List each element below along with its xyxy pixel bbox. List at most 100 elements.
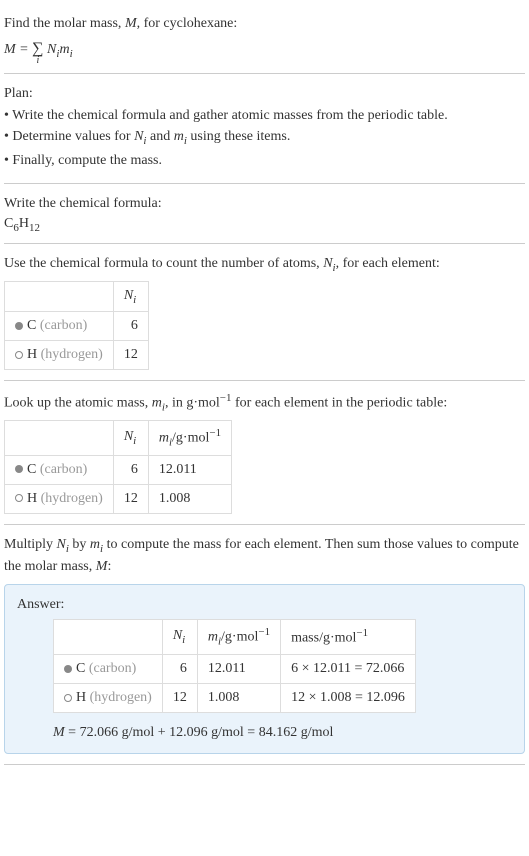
col-mass-exp: −1 — [356, 627, 368, 639]
n-value: 6 — [162, 654, 197, 683]
masses-heading: Look up the atomic mass, mi, in g·mol−1 … — [4, 391, 525, 416]
table-row: H (hydrogen) 12 1.008 12 × 1.008 = 12.09… — [54, 683, 416, 712]
col-Ni-header: Ni — [162, 620, 197, 654]
compute-h-mi: m — [90, 537, 100, 552]
count-table: Ni C (carbon) 6 H (hydrogen) 12 — [4, 281, 149, 371]
compute-heading: Multiply Ni by mi to compute the mass fo… — [4, 535, 525, 577]
compute-h-b: by — [69, 537, 90, 552]
count-h-b: , for each element: — [336, 256, 440, 271]
plan-b2-mi: m — [174, 129, 184, 144]
compute-h-M: M — [96, 559, 108, 574]
elem-sym: H — [76, 690, 86, 705]
elem-name: (hydrogen) — [90, 690, 152, 705]
col-mi-m: m — [208, 630, 218, 645]
element-cell: C (carbon) — [5, 312, 114, 341]
dot-empty-icon — [15, 351, 23, 359]
count-h-Ni: N — [323, 256, 332, 271]
masses-table: Ni mi/g·mol−1 C (carbon) 6 12.011 H (hyd… — [4, 420, 232, 513]
col-Ni-N: N — [173, 628, 182, 643]
dot-filled-icon — [15, 465, 23, 473]
col-Ni-N: N — [124, 429, 133, 444]
intro-line: Find the molar mass, M, for cyclohexane: — [4, 14, 525, 34]
masses-h-c: for each element in the periodic table: — [232, 396, 448, 411]
formula-H: H — [19, 216, 29, 231]
plan-section: Plan: • Write the chemical formula and g… — [4, 74, 525, 184]
elem-name: (hydrogen) — [41, 491, 103, 506]
col-Ni-i: i — [133, 293, 136, 305]
col-Ni-i: i — [133, 435, 136, 447]
masses-h-exp: −1 — [220, 392, 232, 404]
table-row: C (carbon) 6 — [5, 312, 149, 341]
formula-H-sub: 12 — [29, 221, 40, 233]
elem-sym: C — [27, 318, 36, 333]
col-mass-label: mass/g·mol — [291, 631, 356, 646]
elem-sym: C — [27, 462, 36, 477]
dot-empty-icon — [64, 694, 72, 702]
dot-filled-icon — [64, 665, 72, 673]
masses-section: Look up the atomic mass, mi, in g·mol−1 … — [4, 381, 525, 524]
sigma-sub: i — [36, 53, 39, 69]
col-mi-unit: /g·mol — [172, 431, 209, 446]
count-heading: Use the chemical formula to count the nu… — [4, 254, 525, 276]
empty-header — [5, 281, 114, 312]
plan-bullet-2: • Determine values for Ni and mi using t… — [4, 127, 525, 149]
intro-text-2: , for cyclohexane: — [137, 16, 238, 31]
final-eq-text: = 72.066 g/mol + 12.096 g/mol = 84.162 g… — [65, 725, 334, 740]
n-value: 6 — [113, 455, 148, 484]
mass-calc: 6 × 12.011 = 72.066 — [281, 654, 416, 683]
plan-bullet-3: • Finally, compute the mass. — [4, 151, 525, 171]
table-header-row: Ni mi/g·mol−1 mass/g·mol−1 — [54, 620, 416, 654]
elem-sym: H — [27, 491, 37, 506]
element-cell: C (carbon) — [54, 654, 163, 683]
eq-Ni-N: N — [47, 42, 56, 57]
table-row: C (carbon) 6 12.011 6 × 12.011 = 72.066 — [54, 654, 416, 683]
plan-bullet-1: • Write the chemical formula and gather … — [4, 106, 525, 126]
element-cell: H (hydrogen) — [54, 683, 163, 712]
plan-b2-c: using these items. — [187, 129, 290, 144]
elem-sym: C — [76, 661, 85, 676]
col-mi-header: mi/g·mol−1 — [148, 421, 231, 455]
sigma-icon: ∑i — [32, 36, 43, 62]
count-value: 6 — [113, 312, 148, 341]
col-mi-exp: −1 — [258, 626, 270, 638]
element-cell: H (hydrogen) — [5, 341, 114, 370]
m-value: 1.008 — [148, 484, 231, 513]
compute-h-Ni: N — [57, 537, 66, 552]
col-mi-unit: /g·mol — [221, 630, 258, 645]
dot-filled-icon — [15, 322, 23, 330]
answer-table: Ni mi/g·mol−1 mass/g·mol−1 C (carbon) 6 … — [53, 619, 416, 712]
final-M: M — [53, 725, 65, 740]
table-row: C (carbon) 6 12.011 — [5, 455, 232, 484]
eq-lhs: M — [4, 42, 16, 57]
intro-equation: M = ∑i Nimi — [4, 36, 525, 63]
table-header-row: Ni mi/g·mol−1 — [5, 421, 232, 455]
masses-h-a: Look up the atomic mass, — [4, 396, 152, 411]
col-mi-header: mi/g·mol−1 — [197, 620, 280, 654]
col-Ni-N: N — [124, 288, 133, 303]
eq-mi-i: i — [70, 47, 73, 59]
table-row: H (hydrogen) 12 1.008 — [5, 484, 232, 513]
intro-var-M: M — [125, 16, 137, 31]
mass-calc: 12 × 1.008 = 12.096 — [281, 683, 416, 712]
plan-heading: Plan: — [4, 84, 525, 104]
m-value: 12.011 — [197, 654, 280, 683]
count-h-a: Use the chemical formula to count the nu… — [4, 256, 323, 271]
eq-mi-m: m — [59, 42, 69, 57]
m-value: 1.008 — [197, 683, 280, 712]
compute-section: Multiply Ni by mi to compute the mass fo… — [4, 525, 525, 765]
col-mi-m: m — [159, 431, 169, 446]
masses-h-mi: m — [152, 396, 162, 411]
dot-empty-icon — [15, 494, 23, 502]
count-section: Use the chemical formula to count the nu… — [4, 244, 525, 381]
formula-C: C — [4, 216, 13, 231]
intro-section: Find the molar mass, M, for cyclohexane:… — [4, 4, 525, 74]
intro-text-1: Find the molar mass, — [4, 16, 125, 31]
compute-h-d: : — [107, 559, 111, 574]
count-value: 12 — [113, 341, 148, 370]
col-Ni-header: Ni — [113, 281, 148, 312]
n-value: 12 — [162, 683, 197, 712]
plan-b2-a: • Determine values for — [4, 129, 134, 144]
masses-h-b: , in g·mol — [165, 396, 220, 411]
element-cell: C (carbon) — [5, 455, 114, 484]
m-value: 12.011 — [148, 455, 231, 484]
